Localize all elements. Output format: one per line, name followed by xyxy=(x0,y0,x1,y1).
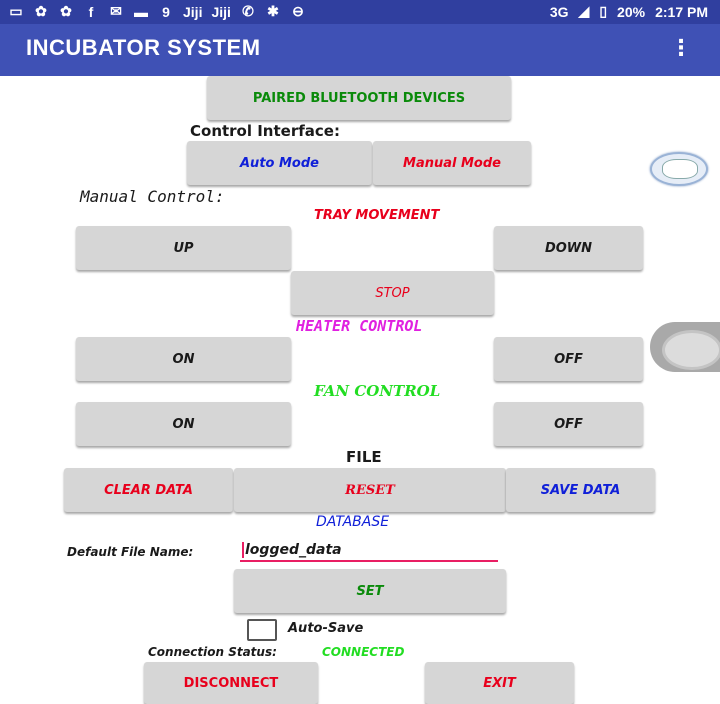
notification-icon: 9 xyxy=(162,3,170,20)
messenger-icon: ✉ xyxy=(110,3,122,19)
tray-stop-button[interactable]: STOP xyxy=(291,271,494,315)
whatsapp-icon: ✆ xyxy=(242,3,254,19)
battery-level: 20% xyxy=(617,3,646,20)
database-label: DATABASE xyxy=(316,514,390,530)
message-icon: ▭ xyxy=(9,3,23,19)
auto-save-checkbox[interactable] xyxy=(247,619,277,641)
auto-mode-button[interactable]: Auto Mode xyxy=(187,141,372,185)
heater-on-button[interactable]: ON xyxy=(76,337,291,381)
clock: 2:17 PM xyxy=(655,3,708,20)
control-interface-label: Control Interface: xyxy=(190,122,340,140)
app-bar: INCUBATOR SYSTEM ⋮ xyxy=(0,24,720,76)
system-icons: 3G ◢ ▯ 20% 2:17 PM xyxy=(550,3,708,20)
reset-button[interactable]: RESET xyxy=(234,468,506,512)
manual-mode-button[interactable]: Manual Mode xyxy=(373,141,531,185)
paired-devices-button[interactable]: PAIRED BLUETOOTH DEVICES xyxy=(207,76,511,120)
uc-browser-icon: ✿ xyxy=(60,3,72,19)
bluetooth-icon: ✱ xyxy=(267,3,279,19)
assistive-touch-button[interactable] xyxy=(650,322,720,372)
mail-icon: ▬ xyxy=(134,3,148,20)
file-name-input[interactable]: logged_data xyxy=(242,542,342,558)
heater-off-button[interactable]: OFF xyxy=(494,337,643,381)
heater-control-label: HEATER CONTROL xyxy=(296,317,423,335)
auto-save-label: Auto-Save xyxy=(288,621,364,636)
file-label: FILE xyxy=(346,448,382,466)
connection-status-value: CONNECTED xyxy=(322,645,405,659)
signal-icon: ◢ xyxy=(578,3,590,19)
fan-on-button[interactable]: ON xyxy=(76,402,291,446)
set-button[interactable]: SET xyxy=(234,569,506,613)
facebook-icon: f xyxy=(88,3,94,20)
battery-icon: ▯ xyxy=(599,3,608,19)
jiji-icon: Jiji xyxy=(211,3,231,20)
status-bar: ▭ ✿ ✿ f ✉ ▬ 9 Jiji Jiji ✆ ✱ ⊖ 3G ◢ ▯ 20%… xyxy=(0,0,720,24)
tray-movement-label: TRAY MOVEMENT xyxy=(314,208,440,223)
network-type: 3G xyxy=(549,3,569,20)
floating-app-icon[interactable] xyxy=(650,152,708,186)
file-name-underline xyxy=(240,560,498,562)
manual-control-label: Manual Control: xyxy=(80,187,225,206)
do-not-disturb-icon: ⊖ xyxy=(292,3,304,19)
exit-button[interactable]: EXIT xyxy=(425,662,574,704)
clear-data-button[interactable]: CLEAR DATA xyxy=(64,468,233,512)
default-file-name-label: Default File Name: xyxy=(67,545,194,559)
tray-up-button[interactable]: UP xyxy=(76,226,291,270)
overflow-menu-icon[interactable]: ⋮ xyxy=(670,38,692,60)
notification-icons: ▭ ✿ ✿ f ✉ ▬ 9 Jiji Jiji ✆ ✱ ⊖ xyxy=(8,3,306,20)
jiji-icon: Jiji xyxy=(183,3,203,20)
disconnect-button[interactable]: DISCONNECT xyxy=(144,662,318,704)
fan-off-button[interactable]: OFF xyxy=(494,402,643,446)
save-data-button[interactable]: SAVE DATA xyxy=(506,468,655,512)
app-title: INCUBATOR SYSTEM xyxy=(26,35,261,60)
uc-browser-icon: ✿ xyxy=(35,3,47,19)
fan-control-label: FAN CONTROL xyxy=(314,382,441,400)
connection-status-label: Connection Status: xyxy=(148,645,277,659)
tray-down-button[interactable]: DOWN xyxy=(494,226,643,270)
